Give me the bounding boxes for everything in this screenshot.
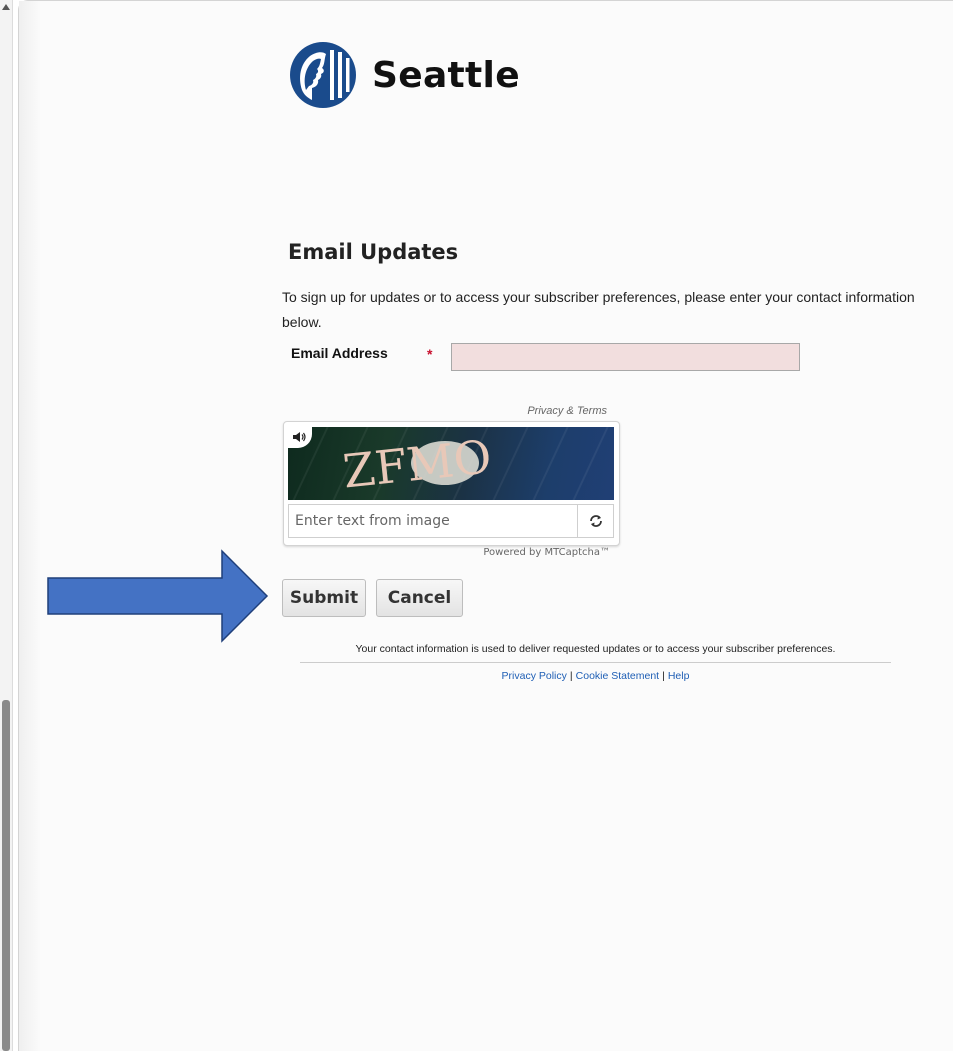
right-arrow-icon [47, 549, 269, 643]
intro-text: To sign up for updates or to access your… [282, 289, 915, 330]
footer-note: Your contact information is used to deli… [355, 643, 836, 655]
scroll-up-icon[interactable] [2, 4, 10, 10]
captcha-input[interactable] [288, 504, 578, 538]
browser-side-panel [0, 0, 13, 1051]
page: Seattle Email Updates To sign up for upd… [0, 0, 953, 1051]
captcha-image: ZFMO [288, 427, 614, 500]
seattle-logo[interactable]: Seattle [288, 40, 520, 110]
required-marker: * [427, 346, 433, 362]
captcha-powered-by: Powered by MTCaptcha™ [483, 547, 610, 558]
cookie-statement-link[interactable]: Cookie Statement [576, 670, 659, 682]
captcha-widget: ZFMO [283, 421, 620, 546]
footer-separator: | [569, 670, 573, 682]
refresh-icon [589, 515, 602, 527]
cancel-button[interactable]: Cancel [376, 579, 463, 617]
help-link[interactable]: Help [668, 670, 690, 682]
captcha-text: ZFMO [340, 429, 494, 498]
footer-links: Privacy Policy | Cookie Statement | Help [300, 670, 891, 682]
seattle-chief-seal-icon [290, 42, 356, 108]
frame-shade [19, 1, 41, 1051]
footer-separator: | [662, 670, 665, 682]
footer-divider [300, 662, 891, 663]
captcha-refresh-button[interactable] [577, 504, 614, 538]
captcha-text-graphic: ZFMO [340, 429, 494, 498]
email-label: Email Address [291, 345, 388, 361]
side-scrollbar-thumb[interactable] [2, 700, 10, 1051]
captcha-privacy-terms-link[interactable]: Privacy & Terms [500, 405, 607, 417]
email-input[interactable] [451, 343, 800, 371]
brand-name: Seattle [372, 54, 520, 96]
page-title: Email Updates [288, 240, 459, 264]
submit-button[interactable]: Submit [282, 579, 366, 617]
speaker-icon [293, 432, 306, 442]
privacy-policy-link[interactable]: Privacy Policy [502, 670, 567, 682]
